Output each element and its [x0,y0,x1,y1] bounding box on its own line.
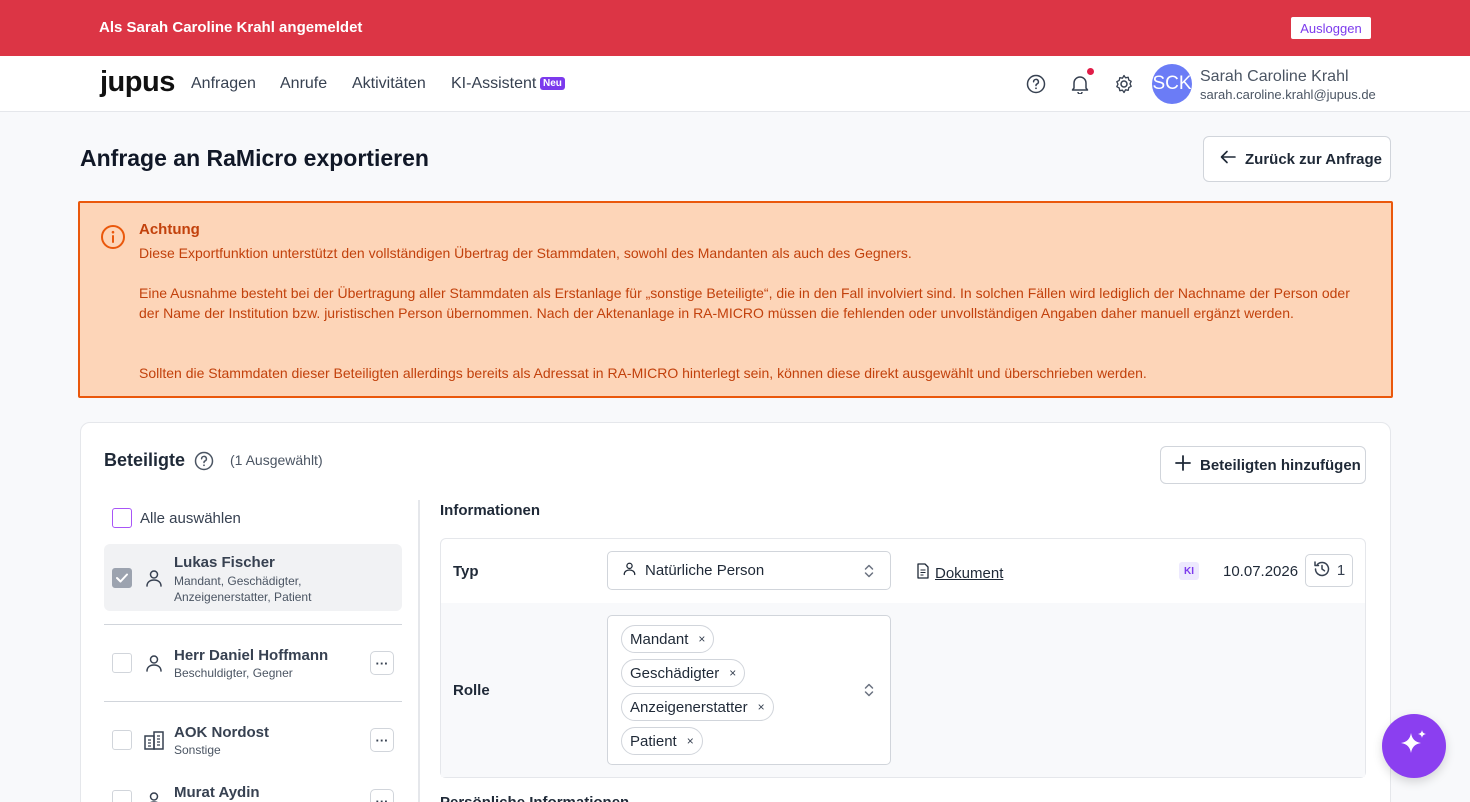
role-tag-patient: Patient × [621,727,703,755]
nav-link-anfragen[interactable]: Anfragen [191,75,256,93]
person-icon [144,653,164,678]
participant-name[interactable]: Murat Aydin [174,784,260,801]
vertical-divider [418,500,420,802]
arrow-left-icon [1220,150,1236,168]
select-all-label: Alle auswählen [140,510,241,527]
info-icon [100,224,126,255]
role-tag-anzeigenerstatter: Anzeigenerstatter × [621,693,774,721]
role-tag-mandant: Mandant × [621,625,715,653]
participant-name[interactable]: AOK Nordost [174,724,269,741]
sparkle-icon [1397,727,1431,766]
participant-name: Lukas Fischer [174,554,275,571]
ai-assistant-button[interactable] [1382,714,1446,778]
rolle-row [441,603,1365,777]
role-tag-geschaedigter: Geschädigter × [621,659,746,687]
back-to-request-button[interactable]: Zurück zur Anfrage [1203,136,1391,182]
logo[interactable]: jupus [100,66,175,99]
document-link-label: Dokument [935,564,1004,582]
rolle-label: Rolle [453,682,490,699]
more-options-button[interactable]: ··· [370,728,394,752]
help-icon[interactable] [194,451,214,476]
divider [104,624,402,625]
nav-link-aktivitaeten[interactable]: Aktivitäten [352,75,426,93]
warning-alert: Achtung Diese Exportfunktion unterstützt… [78,201,1393,398]
remove-icon[interactable]: × [698,632,705,646]
participant-roles: Anzeigenerstatter, Patient [174,590,312,604]
history-icon [1313,560,1331,582]
role-tag-label: Anzeigenerstatter [630,698,748,716]
page-title: Anfrage an RaMicro exportieren [80,145,429,171]
participant-roles: Sonstige [174,743,221,757]
alert-paragraph-2: Eine Ausnahme besteht bei der Übertragun… [139,285,1350,321]
document-icon [916,563,930,583]
alert-paragraph-1: Diese Exportfunktion unterstützt den vol… [139,245,912,261]
user-name: Sarah Caroline Krahl [1200,68,1349,85]
history-button[interactable]: 1 [1305,554,1353,587]
chevron-up-down-icon [863,682,875,703]
building-icon [143,729,165,756]
participant-roles: Beschuldigter, Gegner [174,666,293,680]
participant-checkbox[interactable] [112,790,132,802]
document-link[interactable]: Dokument [916,563,1003,583]
back-label: Zurück zur Anfrage [1245,150,1382,168]
participant-roles: Mandant, Geschädigter, [174,574,302,588]
alert-paragraph-3: Sollten die Stammdaten dieser Beteiligte… [139,365,1147,381]
top-nav: jupus Anfragen Anrufe Aktivitäten KI-Ass… [0,56,1470,112]
alert-title: Achtung [139,221,200,238]
typ-value: Natürliche Person [645,562,765,579]
chevron-up-down-icon [863,563,875,584]
avatar[interactable]: SCK [1152,64,1192,104]
add-participant-label: Beteiligten hinzufügen [1200,456,1361,474]
remove-icon[interactable]: × [729,666,736,680]
bell-icon[interactable] [1069,73,1091,95]
section-title: Persönliche Informationen [440,794,629,802]
typ-select[interactable]: Natürliche Person [607,551,891,590]
nav-link-anrufe[interactable]: Anrufe [280,75,327,93]
role-tag-label: Patient [630,732,677,750]
more-options-button[interactable]: ··· [370,789,394,802]
gear-icon[interactable] [1113,73,1135,95]
remove-icon[interactable]: × [687,734,694,748]
select-all-checkbox[interactable] [112,508,132,528]
help-icon[interactable] [1025,73,1047,95]
plus-icon [1175,455,1191,475]
more-options-button[interactable]: ··· [370,651,394,675]
history-count: 1 [1336,562,1346,579]
banner-text: Als Sarah Caroline Krahl angemeldet [99,19,363,36]
person-icon [144,568,164,593]
login-banner: Als Sarah Caroline Krahl angemeldet Ausl… [0,0,1470,56]
role-tag-label: Mandant [630,630,689,648]
remove-icon[interactable]: × [758,700,765,714]
selected-count: (1 Ausgewählt) [230,452,323,468]
logout-button[interactable]: Ausloggen [1291,17,1371,39]
typ-label: Typ [453,563,479,580]
participant-checkbox[interactable] [112,730,132,750]
participant-checkbox[interactable] [112,568,132,588]
add-participant-button[interactable]: Beteiligten hinzufügen [1160,446,1366,484]
role-tag-label: Geschädigter [630,664,720,682]
participants-title: Beteiligte [104,450,186,470]
divider [104,701,402,702]
person-icon [144,790,164,802]
notification-dot [1087,68,1094,75]
person-icon [622,561,637,580]
info-title: Informationen [440,502,540,519]
nav-link-ki-assistent[interactable]: KI-Assistent [451,75,536,93]
date-value: 10.07.2026 [1223,563,1299,580]
user-email: sarah.caroline.krahl@jupus.de [1200,87,1376,102]
participant-name[interactable]: Herr Daniel Hoffmann [174,647,328,664]
ki-badge: KI [1179,562,1199,580]
new-badge: Neu [540,77,565,90]
participant-checkbox[interactable] [112,653,132,673]
